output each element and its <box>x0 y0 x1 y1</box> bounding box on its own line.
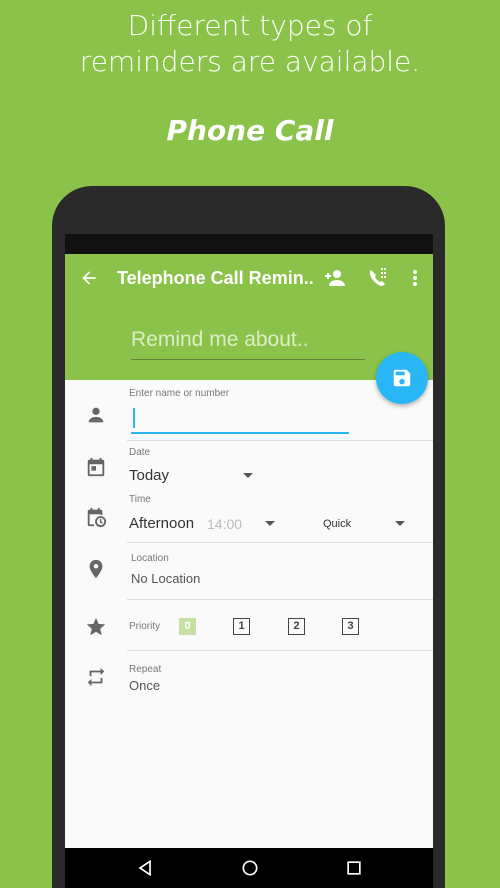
divider <box>127 650 433 651</box>
divider <box>127 599 433 600</box>
more-vert-icon[interactable] <box>403 266 427 290</box>
navigation-bar <box>65 848 433 888</box>
repeat-icon <box>87 667 105 687</box>
priority-option-3[interactable]: 3 <box>342 618 359 635</box>
app-title: Telephone Call Remin... <box>117 268 313 288</box>
remind-about-input[interactable]: Remind me about.. <box>131 328 365 360</box>
arrow-back-icon[interactable] <box>79 268 99 288</box>
promo-subtitle: Phone Call <box>166 114 334 147</box>
nav-recents-icon[interactable] <box>344 858 364 878</box>
time-label: Time <box>129 494 151 505</box>
nav-back-icon[interactable] <box>135 858 155 878</box>
status-bar <box>65 234 433 254</box>
priority-label: Priority <box>129 621 161 632</box>
repeat-label: Repeat <box>129 664 162 675</box>
location-value: No Location <box>131 571 201 586</box>
save-icon <box>393 369 411 387</box>
calendar-clock-icon <box>87 507 107 528</box>
calendar-icon <box>87 457 105 477</box>
phone-dialpad-icon[interactable] <box>365 266 389 290</box>
chevron-down-icon <box>395 521 405 526</box>
priority-option-2[interactable]: 2 <box>288 618 305 635</box>
save-button[interactable] <box>376 352 428 404</box>
nav-home-icon[interactable] <box>240 858 260 878</box>
chevron-down-icon <box>265 521 275 526</box>
phone-screen: Telephone Call Remin... Remind me about.… <box>65 234 433 888</box>
add-contact-icon[interactable] <box>323 266 347 290</box>
name-or-number-input[interactable] <box>131 402 349 434</box>
divider <box>127 542 433 543</box>
chevron-down-icon <box>243 473 253 478</box>
time-clock: 14:00 <box>207 516 243 532</box>
divider <box>127 440 433 441</box>
text-caret <box>133 408 135 428</box>
quick-label: Quick <box>323 518 352 530</box>
promo-headline-line2: reminders are available. <box>79 45 421 78</box>
star-icon <box>86 617 106 636</box>
location-pin-icon[interactable] <box>85 558 107 580</box>
repeat-value: Once <box>129 678 161 693</box>
date-label: Date <box>129 447 151 458</box>
name-field-label: Enter name or number <box>129 388 230 399</box>
app-bar: Telephone Call Remin... Remind me about.… <box>65 254 433 380</box>
promo-headline: Different types of reminders are availab… <box>0 8 500 80</box>
time-value: Afternoon <box>129 515 195 532</box>
priority-option-0[interactable]: 0 <box>179 618 196 635</box>
date-value: Today <box>129 467 170 484</box>
location-label: Location <box>131 553 169 564</box>
priority-option-1[interactable]: 1 <box>233 618 250 635</box>
person-icon <box>88 407 104 423</box>
promo-headline-line1: Different types of <box>127 9 373 42</box>
